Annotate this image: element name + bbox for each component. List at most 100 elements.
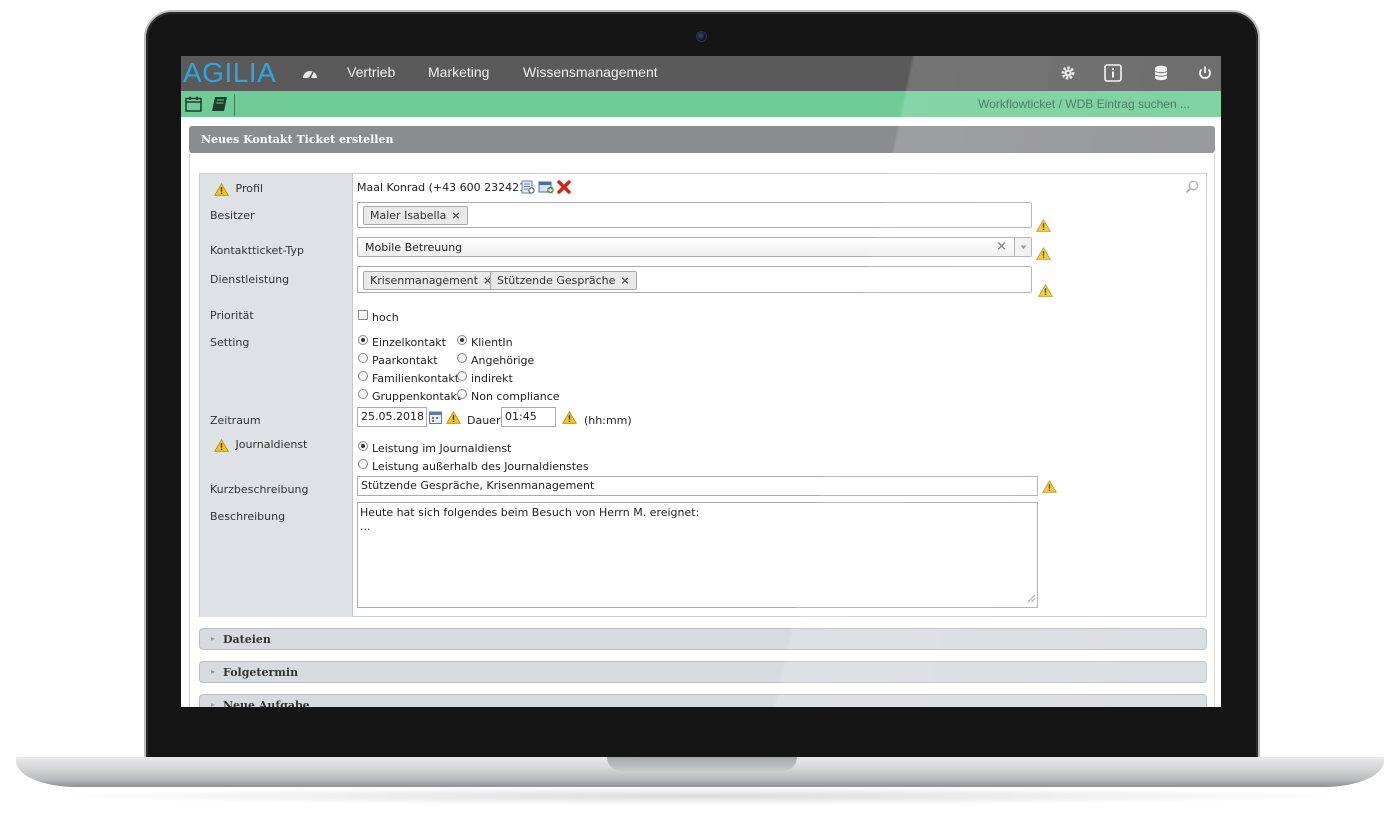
date-picker-icon[interactable]	[429, 411, 442, 427]
remove-profile-icon[interactable]	[557, 180, 571, 197]
accordion-folgetermin-title: Folgetermin	[223, 666, 299, 679]
setting-non-compliance-label: Non compliance	[471, 390, 560, 403]
dienstleistung-tag[interactable]: Krisenmanagement ×	[363, 271, 500, 290]
typ-select[interactable]: Mobile Betreuung ×	[357, 237, 1032, 257]
dauer-input[interactable]: 01:45	[501, 407, 556, 427]
power-icon[interactable]	[1196, 64, 1214, 82]
clear-selection-icon[interactable]: ×	[996, 239, 1007, 254]
label-profil-text: Profil	[235, 182, 263, 195]
book-icon[interactable]	[211, 96, 229, 112]
label-zeitraum: Zeitraum	[210, 414, 261, 427]
setting-angehoerige-label: Angehörige	[471, 354, 535, 367]
setting-angehoerige-radio[interactable]	[457, 353, 467, 363]
warning-icon	[1038, 284, 1053, 297]
contact-ticket-form: Profil Besitzer Kontaktticket-Typ Dienst…	[199, 173, 1207, 617]
setting-einzelkontakt-label: Einzelkontakt	[372, 336, 446, 349]
ticket-search-link[interactable]: Workflowticket / WDB Eintrag suchen ...	[978, 97, 1190, 111]
journaldienst-im-radio[interactable]	[358, 441, 368, 451]
remove-tag-icon[interactable]: ×	[451, 209, 460, 222]
menu-vertrieb[interactable]: Vertrieb	[347, 64, 395, 80]
webcam	[696, 31, 707, 42]
dienstleistung-field[interactable]: Krisenmanagement × Stützende Gespräche ×	[357, 266, 1032, 293]
warning-icon	[562, 411, 577, 424]
screen: AGILIA Vertrieb Marketing Wissensmanagem…	[181, 56, 1221, 707]
accordion-folgetermin[interactable]: ▸ Folgetermin	[199, 661, 1207, 683]
chevron-down-icon[interactable]	[1014, 238, 1031, 256]
setting-klientin-label: KlientIn	[471, 336, 513, 349]
gear-icon[interactable]	[1059, 64, 1077, 82]
label-setting: Setting	[210, 336, 250, 349]
label-beschreibung: Beschreibung	[210, 510, 286, 523]
edit-profile-icon[interactable]	[521, 180, 535, 197]
top-navigation: AGILIA Vertrieb Marketing Wissensmanagem…	[181, 56, 1221, 91]
journaldienst-ausserhalb-radio[interactable]	[358, 459, 368, 469]
magnifier-icon[interactable]	[1185, 180, 1199, 197]
resize-handle-icon[interactable]	[1027, 593, 1036, 606]
setting-einzelkontakt-radio[interactable]	[358, 335, 368, 345]
setting-paarkontakt-label: Paarkontakt	[372, 354, 438, 367]
accordion-neue-aufgabe[interactable]: ▸ Neue Aufgabe	[199, 694, 1207, 707]
setting-gruppenkontakt-radio[interactable]	[358, 389, 368, 399]
panel-header: Neues Kontakt Ticket erstellen	[189, 126, 1215, 153]
menu-wissensmanagement[interactable]: Wissensmanagement	[523, 64, 658, 80]
menu-marketing[interactable]: Marketing	[428, 64, 489, 80]
laptop-notch	[607, 757, 797, 771]
form-label-column	[200, 174, 353, 617]
setting-indirekt-radio[interactable]	[457, 371, 467, 381]
setting-paarkontakt-radio[interactable]	[358, 353, 368, 363]
journaldienst-im-label: Leistung im Journaldienst	[372, 442, 512, 455]
toolbar: Workflowticket / WDB Eintrag suchen ...	[181, 91, 1221, 117]
remove-tag-icon[interactable]: ×	[620, 274, 629, 287]
warning-icon	[214, 438, 229, 452]
profil-value[interactable]: Maal Konrad (+43 600 232421)	[357, 181, 530, 194]
kurzbeschreibung-input[interactable]: Stützende Gespräche, Krisenmanagement	[357, 476, 1038, 496]
warning-icon	[1036, 219, 1051, 232]
label-dienstleistung: Dienstleistung	[210, 273, 290, 286]
info-icon[interactable]	[1104, 64, 1122, 82]
prioritaet-checkbox[interactable]	[358, 310, 368, 320]
setting-indirekt-label: indirekt	[471, 372, 513, 385]
dienstleistung-tag[interactable]: Stützende Gespräche ×	[490, 271, 637, 290]
besitzer-tag-label: Maler Isabella	[370, 209, 447, 222]
label-prioritaet: Priorität	[210, 309, 254, 322]
setting-familienkontakt-label: Familienkontakt	[372, 372, 460, 385]
label-kurzbeschreibung: Kurzbeschreibung	[210, 483, 309, 496]
setting-non-compliance-radio[interactable]	[457, 389, 467, 399]
accordion-dateien[interactable]: ▸ Dateien	[199, 628, 1207, 650]
chevron-right-icon: ▸	[211, 700, 216, 707]
date-input[interactable]: 25.05.2018	[357, 407, 427, 427]
label-besitzer: Besitzer	[210, 209, 255, 222]
database-icon[interactable]	[1152, 64, 1170, 82]
journaldienst-ausserhalb-label: Leistung außerhalb des Journaldienstes	[372, 460, 589, 473]
dashboard-icon[interactable]	[302, 66, 318, 80]
chevron-right-icon: ▸	[211, 634, 216, 643]
toolbar-divider	[234, 94, 235, 116]
label-journaldienst: Journaldienst	[214, 438, 307, 452]
setting-klientin-radio[interactable]	[457, 335, 467, 345]
add-card-icon[interactable]	[538, 180, 554, 197]
typ-select-value: Mobile Betreuung	[365, 241, 463, 254]
beschreibung-text: Heute hat sich folgendes beim Besuch von…	[360, 506, 700, 533]
app-logo[interactable]: AGILIA	[183, 57, 276, 89]
laptop-shadow	[40, 787, 1360, 805]
prioritaet-label: hoch	[372, 311, 399, 324]
beschreibung-textarea[interactable]: Heute hat sich folgendes beim Besuch von…	[357, 502, 1038, 608]
besitzer-field[interactable]: Maler Isabella ×	[357, 202, 1032, 228]
warning-icon	[1042, 480, 1057, 493]
warning-icon	[446, 411, 461, 424]
besitzer-tag[interactable]: Maler Isabella ×	[363, 206, 468, 225]
setting-familienkontakt-radio[interactable]	[358, 371, 368, 381]
label-typ: Kontaktticket-Typ	[210, 244, 305, 257]
accordion-neue-aufgabe-title: Neue Aufgabe	[223, 699, 310, 707]
panel-title: Neues Kontakt Ticket erstellen	[201, 133, 394, 146]
dauer-label: Dauer	[467, 414, 501, 427]
setting-gruppenkontakt-label: Gruppenkontakt	[372, 390, 462, 403]
dienstleistung-tag-label: Stützende Gespräche	[497, 274, 616, 287]
duration-unit: (hh:mm)	[584, 414, 632, 427]
warning-icon	[214, 182, 229, 196]
warning-icon	[1036, 247, 1051, 260]
label-profil: Profil	[214, 182, 263, 196]
calendar-icon[interactable]	[185, 96, 203, 112]
dienstleistung-tag-label: Krisenmanagement	[370, 274, 478, 287]
accordion-dateien-title: Dateien	[223, 633, 271, 646]
